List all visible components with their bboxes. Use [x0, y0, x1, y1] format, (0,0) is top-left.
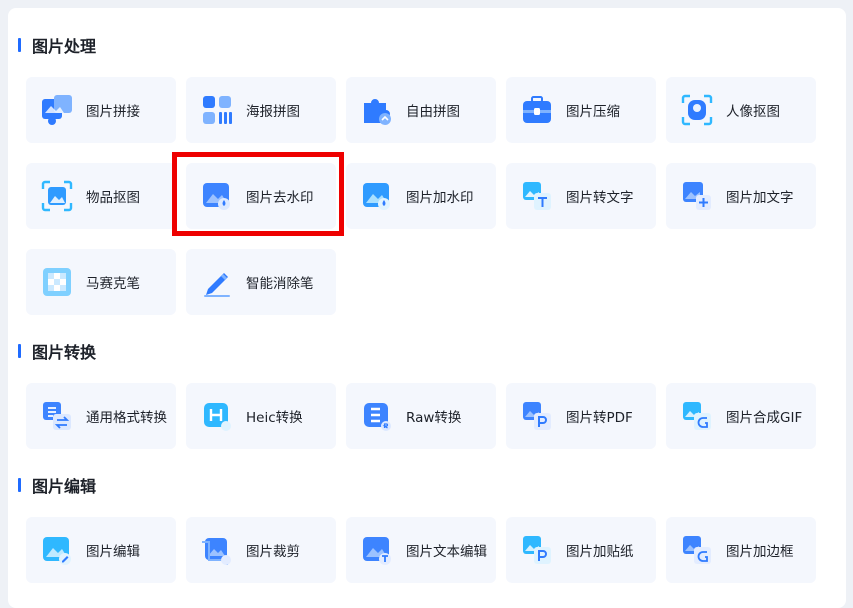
tool-raw-convert[interactable]: Raw转换	[346, 383, 496, 449]
tool-image-to-pdf[interactable]: 图片转PDF	[506, 383, 656, 449]
format-convert-icon	[43, 402, 71, 430]
smart-eraser-pen-icon	[204, 273, 230, 297]
image-to-pdf-icon	[523, 402, 551, 430]
image-to-text-icon	[523, 182, 551, 210]
add-border-icon	[683, 536, 711, 564]
tool-label: 图片文本编辑	[406, 544, 487, 560]
tool-mosaic-pen[interactable]: 马赛克笔	[26, 249, 176, 315]
raw-convert-icon	[364, 403, 391, 431]
tool-image-compress[interactable]: 图片压缩	[506, 77, 656, 143]
tool-portrait-cutout[interactable]: 人像抠图	[666, 77, 816, 143]
tool-label: 图片合成GIF	[726, 410, 803, 426]
portrait-cutout-icon	[681, 94, 713, 126]
tool-label: 智能消除笔	[246, 276, 314, 292]
section-accent-bar	[18, 478, 21, 492]
add-sticker-icon	[523, 536, 551, 564]
tool-add-watermark[interactable]: 图片加水印	[346, 163, 496, 229]
poster-grid-icon	[203, 96, 232, 124]
tool-label: 自由拼图	[406, 104, 460, 120]
tool-label: 海报拼图	[246, 104, 300, 120]
tool-add-text[interactable]: 图片加文字	[666, 163, 816, 229]
tool-format-convert[interactable]: 通用格式转换	[26, 383, 176, 449]
tool-label: 图片转文字	[566, 190, 634, 206]
object-cutout-icon	[41, 180, 73, 212]
tool-image-text-edit[interactable]: 图片文本编辑	[346, 517, 496, 583]
tool-label: 图片加边框	[726, 544, 794, 560]
section-title-image-conversion: 图片转换	[18, 341, 97, 362]
tool-label: 图片编辑	[86, 544, 140, 560]
tool-label: 物品抠图	[86, 190, 140, 206]
jigsaw-icon	[364, 99, 391, 125]
image-text-edit-icon	[363, 537, 391, 565]
tool-label: 图片压缩	[566, 104, 620, 120]
tool-label: 马赛克笔	[86, 276, 140, 292]
tool-image-stitch[interactable]: 图片拼接	[26, 77, 176, 143]
tool-smart-eraser-pen[interactable]: 智能消除笔	[186, 249, 336, 315]
tool-label: 通用格式转换	[86, 410, 167, 426]
image-edit-icon	[43, 537, 71, 565]
tool-label: 图片加贴纸	[566, 544, 634, 560]
tool-label: 图片去水印	[246, 190, 314, 206]
section-title-text: 图片编辑	[32, 477, 97, 496]
section-title-text: 图片转换	[32, 343, 97, 362]
tool-image-crop[interactable]: 图片裁剪	[186, 517, 336, 583]
tool-label: 图片裁剪	[246, 544, 300, 560]
tool-gif-compose[interactable]: 图片合成GIF	[666, 383, 816, 449]
mosaic-icon	[43, 268, 71, 296]
section-title-text: 图片处理	[32, 37, 97, 56]
tool-image-edit[interactable]: 图片编辑	[26, 517, 176, 583]
tool-label: 图片拼接	[86, 104, 140, 120]
section-accent-bar	[18, 344, 21, 358]
add-watermark-icon	[363, 183, 390, 210]
section-title-image-processing: 图片处理	[18, 35, 97, 56]
tool-poster-collage[interactable]: 海报拼图	[186, 77, 336, 143]
tool-image-to-text[interactable]: 图片转文字	[506, 163, 656, 229]
tool-label: 图片加水印	[406, 190, 474, 206]
compress-icon	[523, 96, 551, 123]
tool-label: 图片加文字	[726, 190, 794, 206]
tool-free-collage[interactable]: 自由拼图	[346, 77, 496, 143]
remove-watermark-icon	[203, 183, 230, 210]
section-title-image-editing: 图片编辑	[18, 475, 97, 496]
tool-object-cutout[interactable]: 物品抠图	[26, 163, 176, 229]
puzzle-icon	[42, 95, 72, 125]
gif-compose-icon	[683, 402, 711, 430]
image-crop-icon	[202, 538, 231, 565]
tool-label: 人像抠图	[726, 104, 780, 120]
tool-remove-watermark[interactable]: 图片去水印	[186, 163, 336, 229]
section-accent-bar	[18, 38, 21, 52]
tool-heic-convert[interactable]: Heic转换	[186, 383, 336, 449]
add-text-icon	[683, 182, 711, 210]
tool-label: 图片转PDF	[566, 410, 633, 426]
heic-convert-icon	[204, 403, 231, 431]
tool-add-border[interactable]: 图片加边框	[666, 517, 816, 583]
tool-label: Raw转换	[406, 410, 462, 426]
tool-add-sticker[interactable]: 图片加贴纸	[506, 517, 656, 583]
tool-label: Heic转换	[246, 410, 303, 426]
